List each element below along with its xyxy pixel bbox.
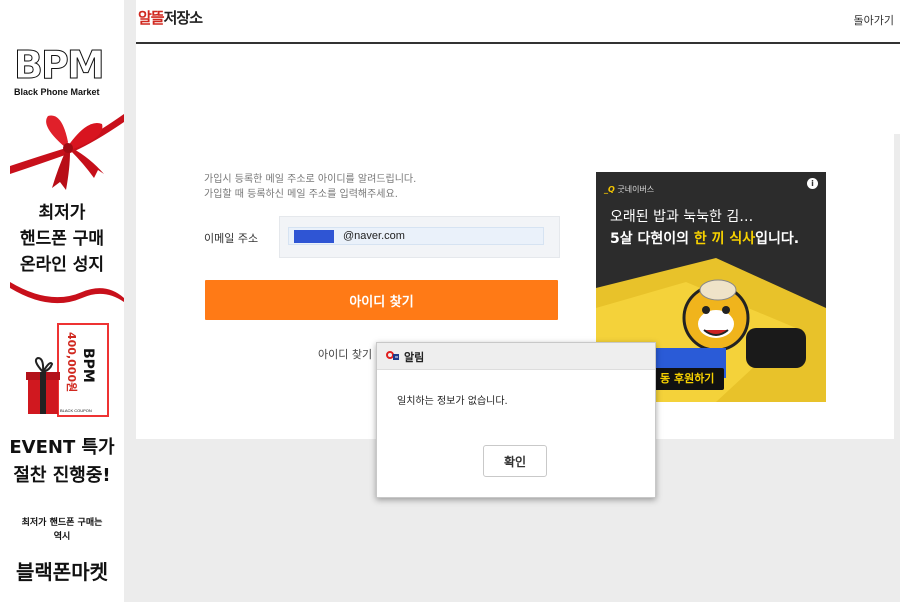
event-line: EVENT 특가 xyxy=(9,437,115,458)
email-field-container: @naver.com xyxy=(279,216,560,258)
gift-ribbon-icon xyxy=(10,114,124,190)
ad-brand: _Q 굿네이버스 xyxy=(604,185,655,194)
site-logo-black: 저장소 xyxy=(163,9,203,27)
small-line: 최저가 핸드폰 구매는 xyxy=(21,518,103,528)
coupon-amount: 400,000원 xyxy=(65,332,79,392)
ad-info-icon[interactable]: i xyxy=(807,178,818,189)
alert-dialog-message: 일치하는 정보가 없습니다. xyxy=(397,396,508,407)
site-logo-red: 알뜰 xyxy=(138,9,165,27)
event-text: EVENT 특가 절찬 진행중! xyxy=(0,434,124,490)
ad-headline-2-highlight: 한 끼 식사 xyxy=(693,231,756,247)
site-header: 알뜰저장소 돌아가기 xyxy=(136,0,900,44)
small-promo-text: 최저가 핸드폰 구매는 역시 xyxy=(0,516,124,544)
header-spacer xyxy=(136,44,900,134)
email-label: 이메일 주소 xyxy=(204,232,259,245)
coupon-gift-icon: 400,000원 BPM BLACK COUPON xyxy=(26,323,109,417)
ad-headline-2-post: 입니다. xyxy=(755,231,800,247)
bpm-logo: BPM Black Phone Market xyxy=(14,46,118,100)
left-advertisement[interactable]: BPM Black Phone Market 최저가 핸드폰 구매 온라인 성지… xyxy=(0,0,124,602)
headline-line: 최저가 xyxy=(38,203,86,223)
find-id-button[interactable]: 아이디 찾기 xyxy=(205,280,558,320)
brand-name: 블랙폰마켓 xyxy=(16,560,108,584)
site-logo[interactable]: 알뜰저장소 xyxy=(138,7,203,28)
bpm-logo-letters: BPM xyxy=(14,43,106,87)
alert-dialog: 알림 일치하는 정보가 없습니다. 확인 xyxy=(376,342,656,498)
guide-line: 가입시 등록한 메일 주소로 아이디를 알려드립니다. xyxy=(204,174,417,185)
back-link[interactable]: 돌아가기 xyxy=(854,12,894,28)
ad-brand-name: 굿네이버스 xyxy=(617,185,655,194)
alert-dialog-header: 알림 xyxy=(377,343,655,370)
ad-headline-2: 5살 다현이의 한 끼 식사입니다. xyxy=(610,228,799,248)
coupon-brand: BPM xyxy=(80,348,96,383)
event-line: 절찬 진행중! xyxy=(13,465,111,486)
ad-headline-2-pre: 5살 다현이의 xyxy=(610,231,694,247)
guide-line: 가입할 때 등록하신 메일 주소를 입력해주세요. xyxy=(204,189,398,200)
coupon-label: BLACK COUPON xyxy=(60,408,92,413)
alert-dialog-title: 알림 xyxy=(404,351,425,364)
headline-line: 핸드폰 구매 xyxy=(19,229,105,249)
ribbon-icon xyxy=(10,282,124,304)
guide-text: 가입시 등록한 메일 주소로 아이디를 알려드립니다. 가입할 때 등록하신 메… xyxy=(204,172,416,202)
small-line: 역시 xyxy=(53,532,71,542)
left-ad-headline: 최저가 핸드폰 구매 온라인 성지 xyxy=(0,200,124,278)
alert-key-icon xyxy=(386,351,399,360)
alert-ok-button[interactable]: 확인 xyxy=(483,445,547,477)
page: BPM Black Phone Market 최저가 핸드폰 구매 온라인 성지… xyxy=(0,0,900,602)
bpm-logo-subtitle: Black Phone Market xyxy=(14,87,100,97)
ad-headline-1: 오래된 밥과 눅눅한 김… xyxy=(610,209,754,225)
find-id-result-text: 아이디 찾기 xyxy=(318,348,373,361)
redacted-text xyxy=(294,230,334,243)
